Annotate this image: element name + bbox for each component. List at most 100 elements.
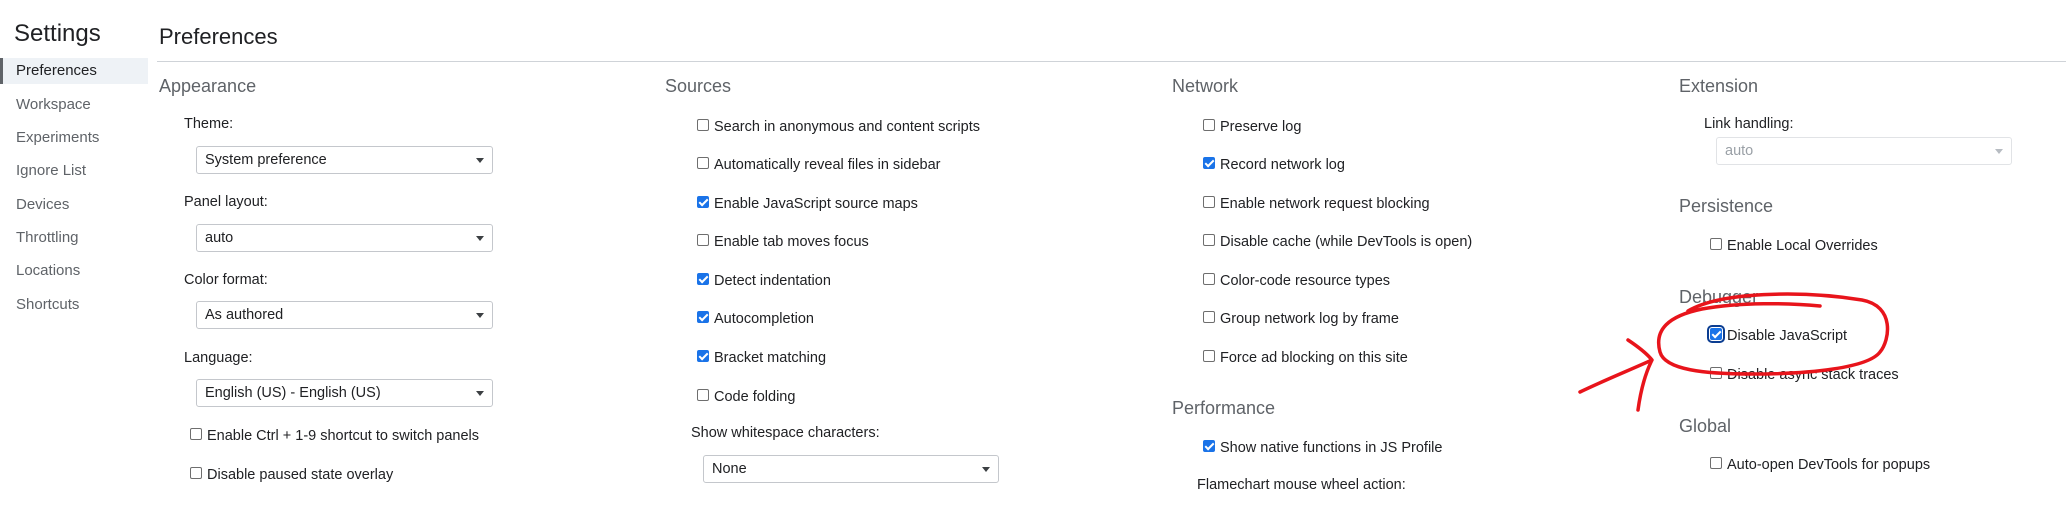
language-select[interactable]: English (US) - English (US) <box>196 379 493 407</box>
checkbox-box <box>1707 325 1725 344</box>
checkbox-box <box>1710 238 1722 251</box>
panel-layout-label: Panel layout: <box>184 194 268 210</box>
checkbox-label: Enable tab moves focus <box>714 234 869 250</box>
language-select-value: English (US) - English (US) <box>205 385 381 401</box>
checkbox-box <box>1203 311 1215 324</box>
sources-section-title: Sources <box>665 76 732 96</box>
disable-paused-overlay-checkbox[interactable]: Disable paused state overlay <box>190 465 393 485</box>
checkbox-box <box>697 311 709 324</box>
link-handling-select-value: auto <box>1725 143 1754 159</box>
checkbox-label: Autocompletion <box>714 311 814 327</box>
sidebar-item-throttling[interactable]: Throttling <box>16 225 79 251</box>
checkbox-box <box>697 389 709 402</box>
detect-indentation-checkbox[interactable]: Detect indentation <box>697 271 831 291</box>
checkbox-label: Automatically reveal files in sidebar <box>714 157 941 173</box>
search-anonymous-scripts-checkbox[interactable]: Search in anonymous and content scripts <box>697 117 980 137</box>
debugger-section-title: Debugger <box>1679 287 1759 307</box>
checkbox-label: Disable paused state overlay <box>207 467 394 483</box>
checkbox-label: Bracket matching <box>714 350 827 366</box>
group-log-by-frame-checkbox[interactable]: Group network log by frame <box>1203 309 1399 329</box>
chevron-down-icon <box>476 158 484 163</box>
tab-moves-focus-checkbox[interactable]: Enable tab moves focus <box>697 232 869 252</box>
checkbox-label: Group network log by frame <box>1220 311 1399 327</box>
checkbox-label: Enable JavaScript source maps <box>714 196 918 212</box>
checkbox-label: Disable async stack traces <box>1727 367 1899 383</box>
whitespace-select[interactable]: None <box>703 455 999 483</box>
header-divider <box>157 61 2066 62</box>
checkbox-label: Auto-open DevTools for popups <box>1727 457 1931 473</box>
checkbox-label: Force ad blocking on this site <box>1220 350 1408 366</box>
sidebar-item-experiments[interactable]: Experiments <box>16 125 99 151</box>
disable-async-stack-traces-checkbox[interactable]: Disable async stack traces <box>1710 365 1899 385</box>
sidebar-item-workspace[interactable]: Workspace <box>16 92 91 118</box>
extension-section-title: Extension <box>1679 76 1759 96</box>
color-code-resources-checkbox[interactable]: Color-code resource types <box>1203 271 1390 291</box>
sidebar-item-locations[interactable]: Locations <box>16 258 80 284</box>
chevron-down-icon <box>1995 149 2003 154</box>
theme-label: Theme: <box>184 116 234 132</box>
checkbox-label: Detect indentation <box>714 273 831 289</box>
autocompletion-checkbox[interactable]: Autocompletion <box>697 309 814 329</box>
chevron-down-icon <box>476 236 484 241</box>
checkbox-label: Enable Ctrl + 1-9 shortcut to switch pan… <box>207 428 480 444</box>
checkbox-box <box>1710 457 1722 470</box>
chevron-down-icon <box>476 391 484 396</box>
color-format-select-value: As authored <box>205 307 284 323</box>
checkbox-label: Color-code resource types <box>1220 273 1391 289</box>
checkbox-box <box>1203 119 1215 132</box>
checkbox-box <box>697 119 709 132</box>
checkbox-box <box>697 350 709 363</box>
chevron-down-icon <box>982 467 990 472</box>
sidebar-item-shortcuts[interactable]: Shortcuts <box>16 292 79 318</box>
enable-local-overrides-checkbox[interactable]: Enable Local Overrides <box>1710 236 1878 256</box>
checkbox-box <box>1710 367 1722 380</box>
sidebar-item-preferences[interactable]: Preferences <box>0 58 148 84</box>
network-request-blocking-checkbox[interactable]: Enable network request blocking <box>1203 194 1430 214</box>
disable-cache-checkbox[interactable]: Disable cache (while DevTools is open) <box>1203 232 1472 252</box>
color-format-select[interactable]: As authored <box>196 301 493 329</box>
network-section-title: Network <box>1172 76 1239 96</box>
checkbox-label: Search in anonymous and content scripts <box>714 119 980 135</box>
disable-javascript-checkbox[interactable]: Disable JavaScript <box>1707 325 1848 346</box>
whitespace-select-value: None <box>712 461 747 477</box>
panel-layout-select[interactable]: auto <box>196 224 493 252</box>
record-network-log-checkbox[interactable]: Record network log <box>1203 155 1345 175</box>
reveal-files-sidebar-checkbox[interactable]: Automatically reveal files in sidebar <box>697 155 940 175</box>
theme-select[interactable]: System preference <box>196 146 493 174</box>
whitespace-label: Show whitespace characters: <box>691 425 880 441</box>
settings-title: Settings <box>14 20 101 47</box>
show-native-functions-checkbox[interactable]: Show native functions in JS Profile <box>1203 438 1442 458</box>
force-ad-blocking-checkbox[interactable]: Force ad blocking on this site <box>1203 348 1408 368</box>
bracket-matching-checkbox[interactable]: Bracket matching <box>697 348 826 368</box>
checkbox-box <box>1203 440 1215 453</box>
annotation-arrow <box>1578 338 1654 412</box>
panel-layout-select-value: auto <box>205 230 234 246</box>
preserve-log-checkbox[interactable]: Preserve log <box>1203 117 1301 137</box>
checkbox-label: Show native functions in JS Profile <box>1220 440 1443 456</box>
checkbox-label: Enable Local Overrides <box>1727 238 1878 254</box>
checkbox-label: Disable JavaScript <box>1727 328 1848 344</box>
checkbox-box <box>1203 157 1215 170</box>
flamechart-wheel-label: Flamechart mouse wheel action: <box>1197 477 1406 493</box>
checkbox-box <box>697 196 709 209</box>
sidebar-item-ignore-list[interactable]: Ignore List <box>16 158 86 184</box>
checkbox-box <box>697 273 709 286</box>
checkbox-label: Code folding <box>714 389 796 405</box>
code-folding-checkbox[interactable]: Code folding <box>697 387 795 407</box>
checkbox-label: Enable network request blocking <box>1220 196 1430 212</box>
enable-ctrl-shortcut-checkbox[interactable]: Enable Ctrl + 1-9 shortcut to switch pan… <box>190 426 479 446</box>
global-section-title: Global <box>1679 416 1732 436</box>
chevron-down-icon <box>476 313 484 318</box>
checkbox-label: Disable cache (while DevTools is open) <box>1220 234 1473 250</box>
persistence-section-title: Persistence <box>1679 196 1774 216</box>
enable-js-source-maps-checkbox[interactable]: Enable JavaScript source maps <box>697 194 918 214</box>
theme-select-value: System preference <box>205 152 327 168</box>
page-title: Preferences <box>159 24 278 49</box>
sidebar-item-devices[interactable]: Devices <box>16 192 69 218</box>
checkbox-box <box>697 234 709 247</box>
link-handling-select: auto <box>1716 137 2012 165</box>
sidebar-item-label: Preferences <box>16 62 97 79</box>
color-format-label: Color format: <box>184 272 268 288</box>
language-label: Language: <box>184 350 253 366</box>
auto-open-devtools-popups-checkbox[interactable]: Auto-open DevTools for popups <box>1710 455 1930 475</box>
